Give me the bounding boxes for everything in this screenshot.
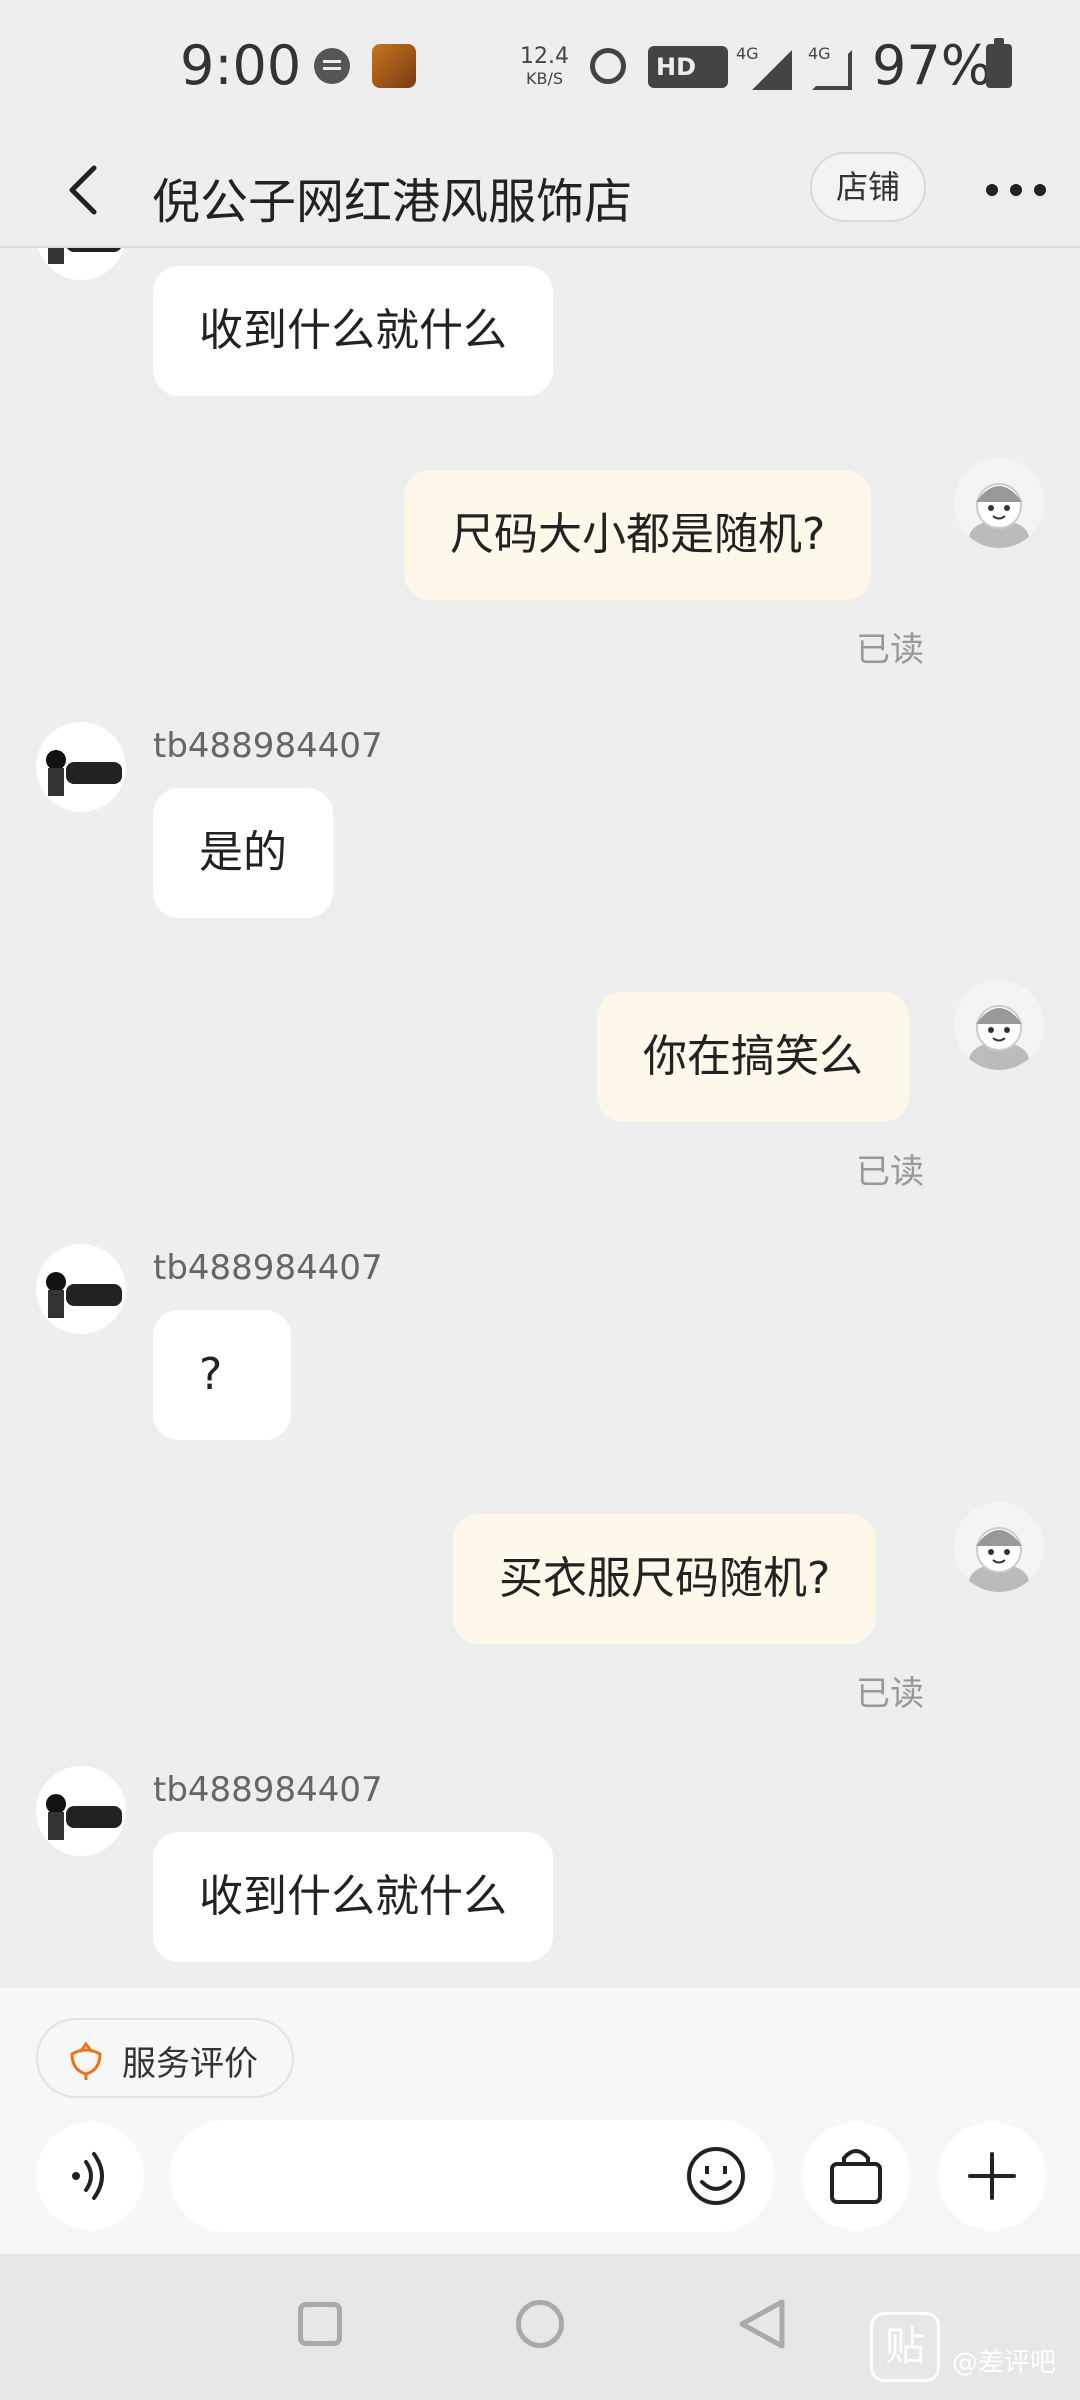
shopping-bag-icon: [830, 2149, 882, 2204]
watermark-logo: 贴: [870, 2312, 940, 2382]
recent-apps-icon[interactable]: [298, 2302, 342, 2346]
app-thumbnail-icon: [372, 44, 416, 88]
user-avatar[interactable]: [954, 980, 1044, 1070]
signal-empty-icon: [812, 50, 852, 90]
read-receipt: 已读: [856, 1152, 924, 1192]
alarm-icon: [590, 48, 626, 84]
hd-icon: HD: [648, 46, 728, 88]
chat-header: 倪公子网红港风服饰店 店铺: [0, 136, 1080, 248]
signal-icon: [752, 50, 792, 90]
service-rating-label: 服务评价: [122, 2044, 258, 2084]
products-button[interactable]: [802, 2122, 910, 2230]
composer-panel: 服务评价: [0, 1988, 1080, 2254]
sender-name: tb488984407: [153, 1248, 383, 1288]
message-bubble-outgoing[interactable]: 你在搞笑么: [597, 992, 909, 1122]
message-icon: [314, 48, 350, 84]
back-nav-icon[interactable]: [736, 2298, 788, 2350]
status-bar: 9:00 12.4 KB/S HD 4G 4G 97%: [0, 0, 1080, 136]
message-bubble-outgoing[interactable]: 买衣服尺码随机?: [453, 1514, 877, 1644]
sender-name: tb488984407: [153, 1770, 383, 1810]
network-speed: 12.4 KB/S: [520, 44, 569, 89]
more-actions-button[interactable]: [938, 2122, 1046, 2230]
voice-icon: [72, 2152, 104, 2200]
watermark: 贴 @差评吧: [870, 2312, 1070, 2392]
read-receipt: 已读: [856, 1674, 924, 1714]
message-input[interactable]: [170, 2120, 774, 2232]
shop-avatar[interactable]: [36, 722, 126, 812]
message-bubble-outgoing[interactable]: 尺码大小都是随机?: [404, 470, 872, 600]
voice-button[interactable]: [36, 2122, 144, 2230]
shop-title: 倪公子网红港风服饰店: [152, 174, 633, 230]
message-list[interactable]: 收到什么就什么 尺码大小都是随机? 已读 tb488984407 是的 你在搞笑…: [0, 248, 1080, 1988]
shop-avatar[interactable]: [36, 1244, 126, 1334]
shop-avatar[interactable]: [36, 248, 126, 280]
emoji-icon[interactable]: [686, 2146, 746, 2206]
shop-avatar[interactable]: [36, 1766, 126, 1856]
message-bubble-incoming[interactable]: 收到什么就什么: [153, 266, 553, 396]
user-avatar[interactable]: [954, 1502, 1044, 1592]
message-bubble-incoming[interactable]: 是的: [153, 788, 333, 918]
back-icon[interactable]: [56, 160, 116, 220]
message-bubble-incoming[interactable]: ?: [153, 1310, 291, 1440]
plus-icon: [968, 2152, 1016, 2200]
flower-icon: [70, 2041, 102, 2080]
more-icon[interactable]: [982, 168, 1052, 208]
battery-icon: [986, 38, 1012, 88]
message-bubble-incoming[interactable]: 收到什么就什么: [153, 1832, 553, 1962]
watermark-text: @差评吧: [952, 2348, 1057, 2378]
status-time: 9:00: [180, 34, 302, 97]
store-button[interactable]: 店铺: [810, 152, 926, 222]
service-rating-button[interactable]: 服务评价: [36, 2018, 294, 2098]
battery-percent: 97%: [872, 34, 993, 97]
read-receipt: 已读: [856, 630, 924, 670]
user-avatar[interactable]: [954, 458, 1044, 548]
home-icon[interactable]: [516, 2300, 564, 2348]
sender-name: tb488984407: [153, 726, 383, 766]
